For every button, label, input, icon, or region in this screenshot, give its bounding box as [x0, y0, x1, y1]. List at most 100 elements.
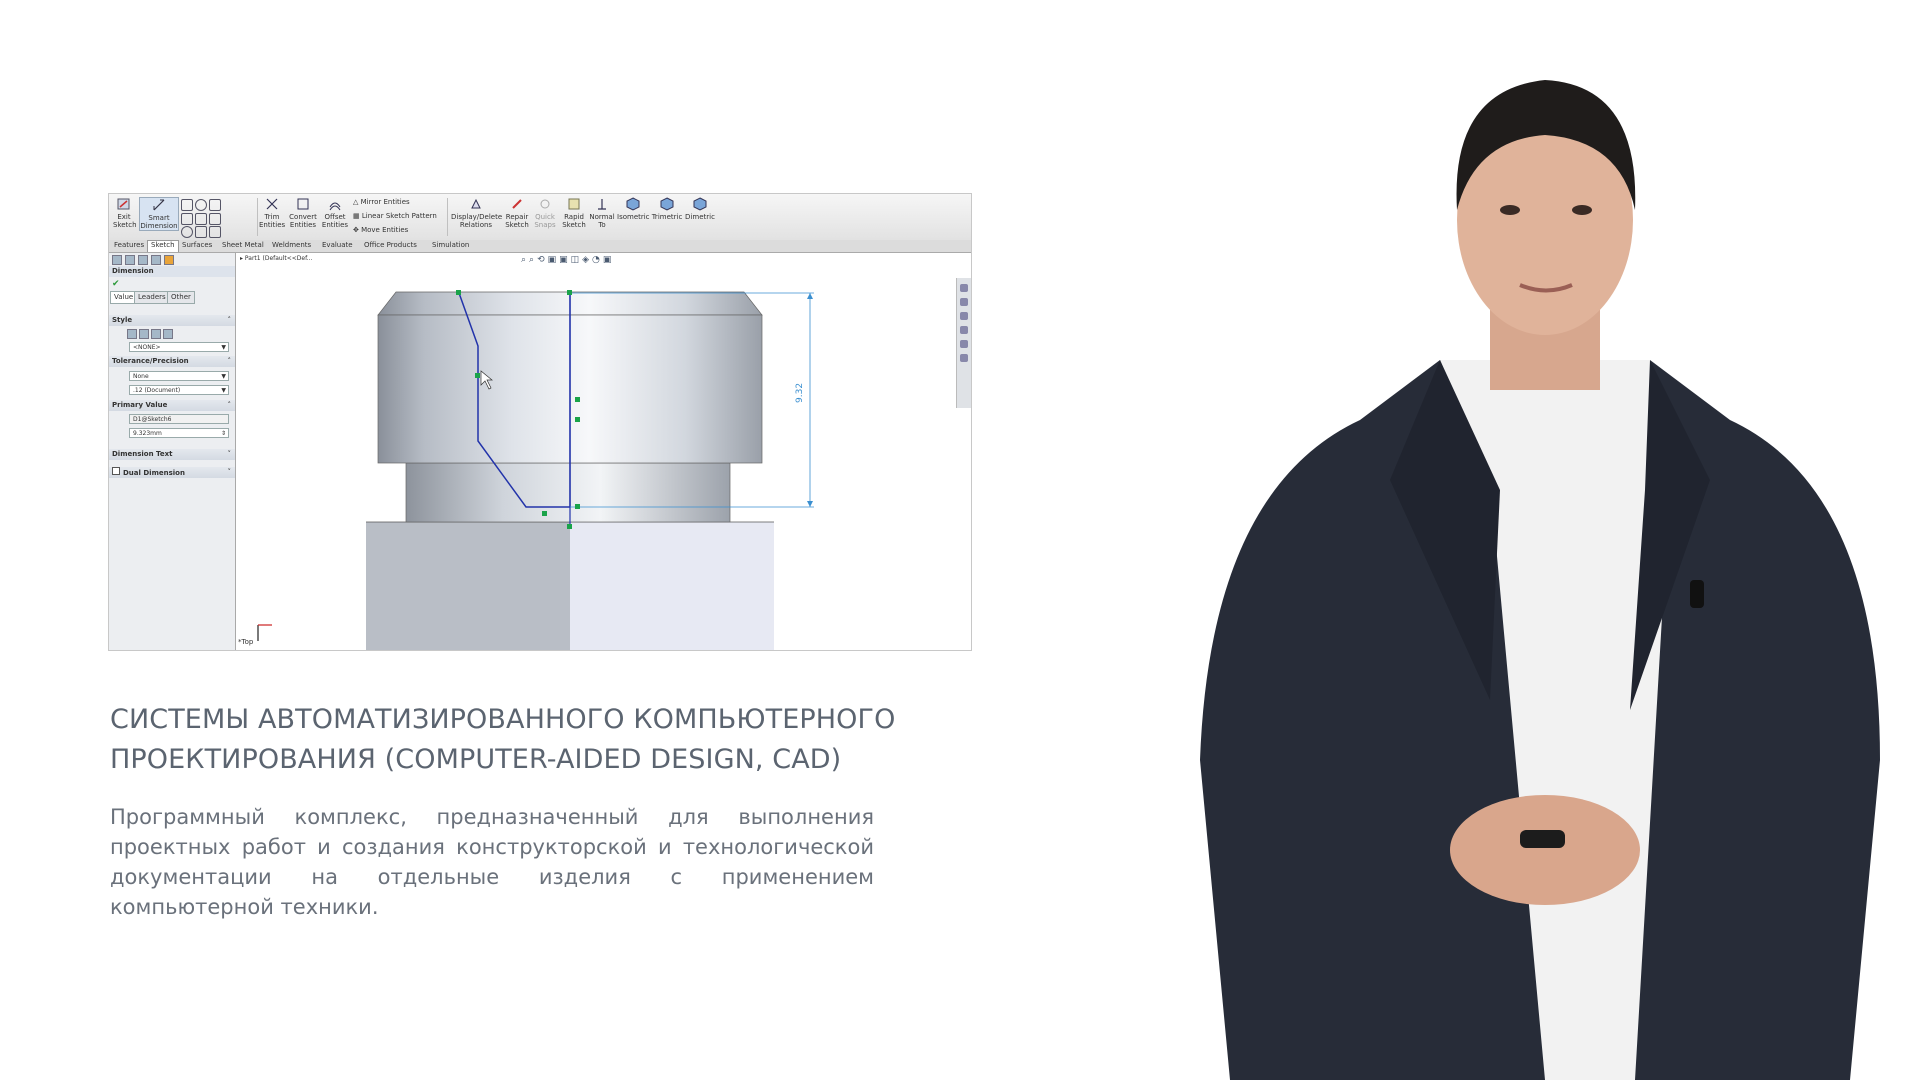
- line-tool-icon[interactable]: [181, 199, 193, 211]
- style-icon[interactable]: [151, 329, 161, 339]
- linear-sketch-pattern-button[interactable]: ▦ Linear Sketch Pattern: [353, 212, 437, 220]
- ok-check-icon[interactable]: ✔: [112, 279, 120, 289]
- precision-select[interactable]: .12 (Document) ▼: [129, 385, 229, 395]
- sketch-point: [456, 290, 461, 295]
- smart-dimension-icon: [153, 199, 165, 211]
- dimension-panel-title: Dimension: [109, 266, 235, 277]
- trimetric-label: Trimetric: [651, 213, 683, 221]
- neck-cylinder: [405, 462, 731, 523]
- tab-features[interactable]: Features: [111, 241, 147, 249]
- rapid-sketch-label: Rapid Sketch: [562, 213, 586, 229]
- tolerance-section-header[interactable]: Tolerance/Precision ˄: [109, 356, 235, 367]
- tolerance-select[interactable]: None ▼: [129, 371, 229, 381]
- mirror-entities-button[interactable]: △ Mirror Entities: [353, 198, 410, 206]
- subtab-other[interactable]: Other: [167, 291, 195, 304]
- sketch-point: [575, 504, 580, 509]
- spline-tool-icon[interactable]: [209, 199, 221, 211]
- smart-dimension-button[interactable]: Smart Dimension: [139, 197, 179, 231]
- graphics-area[interactable]: ▸ Part1 (Default<<Def... ⌕⌕⟲▣▣◫◈◔▣ 9.32 …: [236, 253, 971, 650]
- polygon-tool-icon[interactable]: [195, 226, 207, 238]
- dual-dimension-section-header[interactable]: Dual Dimension ˅: [109, 467, 235, 478]
- dual-dimension-checkbox[interactable]: [112, 467, 120, 475]
- repair-icon: [512, 199, 522, 209]
- subtab-leaders[interactable]: Leaders: [134, 291, 170, 304]
- offset-entities-button[interactable]: Offset Entities: [321, 197, 349, 229]
- presenter-hands: [1450, 795, 1640, 905]
- trim-entities-button[interactable]: Trim Entities: [259, 197, 285, 229]
- primary-value-header-label: Primary Value: [112, 401, 168, 409]
- style-section-header[interactable]: Style ˄: [109, 315, 235, 326]
- tab-surfaces[interactable]: Surfaces: [179, 241, 215, 249]
- primary-value-input[interactable]: 9.323mm ⇕: [129, 428, 229, 438]
- slot-tool-icon[interactable]: [181, 226, 193, 238]
- slide-heading: СИСТЕМЫ АВТОМАТИЗИРОВАННОГО КОМПЬЮТЕРНОГ…: [110, 700, 910, 780]
- offset-entities-label: Offset Entities: [321, 213, 349, 229]
- base-block-right: [570, 522, 774, 650]
- tab-simulation[interactable]: Simulation: [429, 241, 472, 249]
- sketch-point: [475, 373, 480, 378]
- linear-sketch-pattern-label: Linear Sketch Pattern: [361, 212, 437, 220]
- exit-sketch-icon: [117, 198, 130, 210]
- display-manager-icon[interactable]: [164, 255, 174, 265]
- style-select-value: <NONE>: [133, 344, 161, 351]
- collapse-icon: ˄: [227, 401, 232, 409]
- precision-select-value: .12 (Document): [133, 387, 181, 394]
- primary-name-value: D1@Sketch6: [133, 416, 172, 423]
- rapid-sketch-button[interactable]: Rapid Sketch: [561, 197, 587, 229]
- tab-weldments[interactable]: Weldments: [269, 241, 314, 249]
- convert-entities-button[interactable]: Convert Entities: [287, 197, 319, 229]
- sketch-point: [567, 524, 572, 529]
- normal-to-button[interactable]: Normal To: [589, 197, 615, 229]
- move-entities-label: Move Entities: [361, 226, 409, 234]
- circle-tool-icon[interactable]: [195, 199, 207, 211]
- arc-tool-icon[interactable]: [195, 213, 207, 225]
- chevron-down-icon: ▼: [221, 373, 226, 380]
- relations-icon: [471, 198, 481, 209]
- dimension-value[interactable]: 9.32: [795, 383, 805, 403]
- primary-name-field[interactable]: D1@Sketch6: [129, 414, 229, 424]
- style-icon[interactable]: [127, 329, 137, 339]
- dimension-arrow-bottom: [807, 501, 813, 507]
- spinner-icon[interactable]: ⇕: [221, 429, 226, 439]
- mirror-entities-label: Mirror Entities: [360, 198, 410, 206]
- dimension-text-section-header[interactable]: Dimension Text ˅: [109, 449, 235, 460]
- cad-screenshot: Exit Sketch Smart Dimension Trim Entitie…: [108, 193, 972, 651]
- rapid-sketch-icon: [568, 198, 580, 210]
- primary-value-section-header[interactable]: Primary Value ˄: [109, 400, 235, 411]
- isometric-label: Isometric: [617, 213, 650, 221]
- collapse-icon: ˄: [227, 357, 232, 365]
- tab-evaluate[interactable]: Evaluate: [319, 241, 356, 249]
- property-manager-icon[interactable]: [125, 255, 135, 265]
- style-select[interactable]: <NONE> ▼: [129, 342, 229, 352]
- tab-office-products[interactable]: Office Products: [361, 241, 420, 249]
- normal-to-icon: [598, 199, 606, 210]
- tab-sheet-metal[interactable]: Sheet Metal: [219, 241, 267, 249]
- exit-sketch-button[interactable]: Exit Sketch: [113, 197, 137, 229]
- point-tool-icon[interactable]: [209, 226, 221, 238]
- sketch-point: [575, 417, 580, 422]
- rectangle-tool-icon[interactable]: [181, 213, 193, 225]
- dimetric-button[interactable]: Dimetric: [685, 197, 715, 221]
- dimension-arrow-top: [807, 293, 813, 299]
- feature-tree-icon[interactable]: [112, 255, 122, 265]
- repair-sketch-button[interactable]: Repair Sketch: [503, 197, 531, 229]
- move-entities-button[interactable]: ✥ Move Entities: [353, 226, 408, 234]
- dimxpert-icon[interactable]: [151, 255, 161, 265]
- trim-icon: [266, 198, 278, 210]
- style-icon[interactable]: [163, 329, 173, 339]
- tab-sketch[interactable]: Sketch: [147, 240, 179, 252]
- trimetric-button[interactable]: Trimetric: [651, 197, 683, 221]
- quick-snaps-label: Quick Snaps: [534, 213, 556, 229]
- dimetric-cube-icon: [693, 197, 707, 211]
- tolerance-select-value: None: [133, 373, 149, 380]
- lapel-microphone: [1690, 580, 1704, 608]
- display-delete-relations-button[interactable]: Display/Delete Relations: [451, 197, 502, 229]
- presenter-eye-left: [1500, 205, 1520, 215]
- configuration-icon[interactable]: [138, 255, 148, 265]
- fillet-tool-icon[interactable]: [209, 213, 221, 225]
- convert-entities-label: Convert Entities: [289, 213, 317, 229]
- quick-snaps-button[interactable]: Quick Snaps: [533, 197, 557, 229]
- chevron-down-icon: ▼: [221, 387, 226, 394]
- isometric-button[interactable]: Isometric: [617, 197, 650, 221]
- style-icon[interactable]: [139, 329, 149, 339]
